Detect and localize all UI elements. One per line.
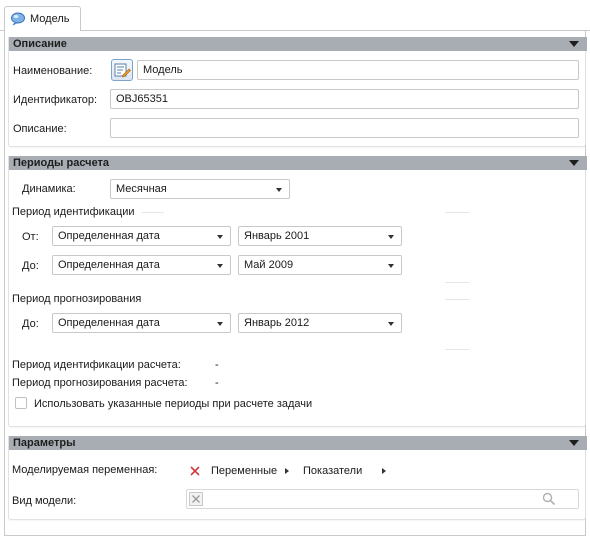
- from-type-value: Определенная дата: [58, 230, 160, 242]
- to-date-select[interactable]: Май 2009: [238, 255, 402, 275]
- dropdown-arrow-icon[interactable]: [217, 322, 223, 326]
- name-input[interactable]: Модель: [137, 60, 579, 80]
- edit-text-icon: [114, 63, 131, 78]
- periods-header[interactable]: Периоды расчета: [9, 156, 587, 170]
- tab-model[interactable]: Модель: [4, 6, 81, 31]
- to-label: До:: [22, 260, 39, 272]
- name-label: Наименование:: [13, 65, 93, 77]
- to-type-value: Определенная дата: [58, 259, 160, 271]
- content-area: Описание Наименование: Модель Идентифика…: [4, 31, 587, 536]
- breadcrumb-arrow-icon[interactable]: [382, 468, 386, 474]
- dynamics-value: Месячная: [116, 183, 167, 195]
- model-kind-select[interactable]: [186, 489, 579, 509]
- clear-field-icon[interactable]: [189, 492, 203, 506]
- name-edit-button[interactable]: [111, 59, 133, 81]
- collapse-chevron-icon[interactable]: [569, 440, 579, 446]
- collapse-chevron-icon[interactable]: [569, 41, 579, 47]
- tab-strip: Модель: [0, 0, 590, 31]
- breadcrumb-arrow-icon[interactable]: [285, 468, 289, 474]
- periods-panel: Периоды расчета Динамика: Месячная Перио…: [8, 156, 587, 427]
- periods-title: Периоды расчета: [13, 157, 110, 169]
- params-title: Параметры: [13, 437, 76, 449]
- description-header[interactable]: Описание: [9, 37, 587, 51]
- from-date-select[interactable]: Январь 2001: [238, 226, 402, 246]
- modeled-variable-label: Моделируемая переменная:: [12, 464, 158, 476]
- identifier-input[interactable]: OBJ65351: [110, 89, 579, 109]
- description-input[interactable]: [110, 118, 579, 138]
- clear-selection-icon[interactable]: [190, 466, 200, 476]
- model-kind-label: Вид модели:: [12, 495, 77, 507]
- use-periods-checkbox[interactable]: [15, 397, 27, 409]
- dropdown-arrow-icon[interactable]: [388, 235, 394, 239]
- forecast-to-date-select[interactable]: Январь 2012: [238, 313, 402, 333]
- from-date-value: Январь 2001: [244, 230, 310, 242]
- model-icon: [11, 12, 25, 26]
- to-date-value: Май 2009: [244, 259, 294, 271]
- use-periods-label[interactable]: Использовать указанные периоды при расче…: [34, 398, 312, 410]
- from-type-select[interactable]: Определенная дата: [52, 226, 231, 246]
- dropdown-arrow-icon[interactable]: [388, 322, 394, 326]
- ident-separator-left: [142, 212, 164, 213]
- description-panel: Описание Наименование: Модель Идентифика…: [8, 37, 587, 147]
- calc-ident-value: -: [215, 359, 219, 371]
- description-title: Описание: [13, 38, 67, 50]
- identifier-label: Идентификатор:: [13, 94, 98, 106]
- ident-separator-bottom: [445, 282, 469, 283]
- forecast-to-label: До:: [22, 318, 39, 330]
- forecast-separator-right: [445, 299, 469, 300]
- calc-ident-label: Период идентификации расчета:: [12, 359, 181, 371]
- dynamics-select[interactable]: Месячная: [110, 179, 290, 199]
- breadcrumb-indicators[interactable]: Показатели: [303, 465, 362, 477]
- forecast-to-type-value: Определенная дата: [58, 317, 160, 329]
- forecast-to-type-select[interactable]: Определенная дата: [52, 313, 231, 333]
- breadcrumb-variables[interactable]: Переменные: [211, 465, 277, 477]
- tab-label: Модель: [30, 13, 70, 25]
- dropdown-arrow-icon[interactable]: [217, 264, 223, 268]
- params-header[interactable]: Параметры: [9, 436, 587, 450]
- ident-separator-right: [445, 212, 469, 213]
- calc-forecast-value: -: [215, 377, 219, 389]
- dropdown-arrow-icon[interactable]: [276, 188, 282, 192]
- forecast-separator-bottom: [445, 349, 469, 350]
- forecast-period-title: Период прогнозирования: [12, 293, 142, 305]
- dropdown-arrow-icon[interactable]: [217, 235, 223, 239]
- calc-forecast-label: Период прогнозирования расчета:: [12, 377, 188, 389]
- forecast-to-date-value: Январь 2012: [244, 317, 310, 329]
- to-type-select[interactable]: Определенная дата: [52, 255, 231, 275]
- dynamics-label: Динамика:: [22, 183, 76, 195]
- collapse-chevron-icon[interactable]: [569, 160, 579, 166]
- params-panel: Параметры Моделируемая переменная: Перем…: [8, 436, 587, 520]
- search-icon[interactable]: [542, 492, 556, 506]
- description-label: Описание:: [13, 123, 67, 135]
- from-label: От:: [22, 231, 39, 243]
- dropdown-arrow-icon[interactable]: [388, 264, 394, 268]
- ident-period-title: Период идентификации: [12, 206, 135, 218]
